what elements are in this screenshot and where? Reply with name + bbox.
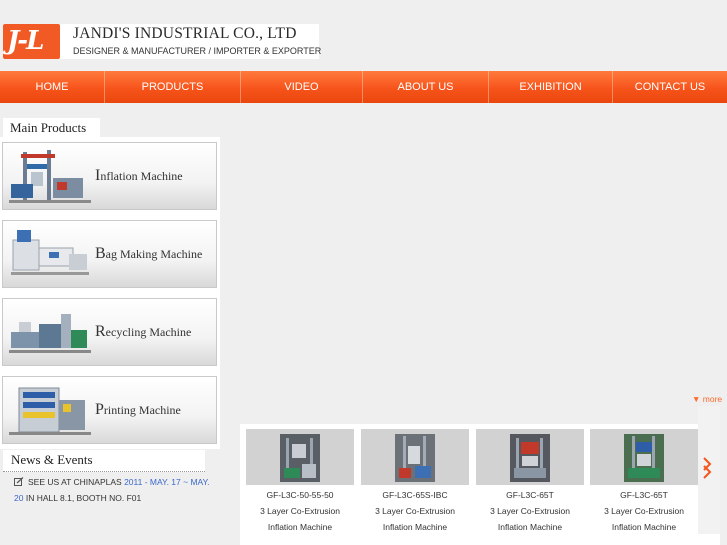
showcase-code: GF-L3C-65T — [506, 490, 554, 500]
showcase-next-button[interactable] — [698, 406, 720, 534]
nav-contact-us[interactable]: CONTACT US — [613, 71, 727, 103]
products-panel: Inflation Machine Bag Making Machine Rec… — [0, 137, 220, 449]
more-label: more — [702, 394, 723, 404]
news-text: SEE US AT CHINAPLAS — [28, 477, 125, 487]
showcase-item[interactable]: GF-L3C-65S-IBC 3 Layer Co-Extrusion Infl… — [361, 429, 469, 541]
double-chevron-right-icon — [703, 457, 712, 479]
recycling-machine-image — [9, 314, 91, 353]
nav-home[interactable]: HOME — [0, 71, 105, 103]
product-card-printing[interactable]: Printing Machine — [2, 376, 217, 444]
logo[interactable]: J-L JANDI'S INDUSTRIAL CO., LTD DESIGNER… — [3, 24, 322, 59]
nav-exhibition[interactable]: EXHIBITION — [489, 71, 613, 103]
product-card-inflation[interactable]: Inflation Machine — [2, 142, 217, 210]
product-showcase: GF-L3C-50-55-50 3 Layer Co-Extrusion Inf… — [240, 424, 720, 545]
bag-making-machine-image — [11, 230, 89, 275]
showcase-image — [246, 429, 354, 485]
showcase-image — [590, 429, 698, 485]
showcase-desc: Inflation Machine — [382, 522, 448, 532]
more-link[interactable]: ▼ more — [692, 394, 722, 404]
logo-mark-text: J-L — [7, 26, 44, 56]
showcase-code: GF-L3C-65S-IBC — [382, 490, 448, 500]
header: J-L JANDI'S INDUSTRIAL CO., LTD DESIGNER… — [0, 0, 727, 70]
showcase-item[interactable]: GF-L3C-65T 3 Layer Co-Extrusion Inflatio… — [590, 429, 698, 541]
printing-machine-image — [9, 387, 91, 435]
news-item[interactable]: SEE US AT CHINAPLAS 2011 - MAY. 17 ~ MAY… — [14, 474, 214, 506]
nav-products[interactable]: PRODUCTS — [105, 71, 241, 103]
product-card-bag-making[interactable]: Bag Making Machine — [2, 220, 217, 288]
showcase-code: GF-L3C-50-55-50 — [266, 490, 334, 500]
showcase-desc: Inflation Machine — [497, 522, 563, 532]
triangle-down-icon: ▼ — [692, 394, 701, 404]
showcase-image — [476, 429, 584, 485]
product-label: Recycling Machine — [95, 323, 192, 340]
nav-video[interactable]: VIDEO — [241, 71, 363, 103]
showcase-desc: Inflation Machine — [611, 522, 677, 532]
company-tagline: DESIGNER & MANUFACTURER / IMPORTER & EXP… — [73, 46, 322, 56]
nav-about-us[interactable]: ABOUT US — [363, 71, 489, 103]
product-label: Bag Making Machine — [95, 245, 203, 262]
news-heading: News & Events — [3, 450, 205, 472]
main-products-heading: Main Products — [3, 118, 100, 137]
showcase-desc: 3 Layer Co-Extrusion — [375, 506, 455, 516]
page: J-L JANDI'S INDUSTRIAL CO., LTD DESIGNER… — [0, 0, 727, 545]
product-label: Printing Machine — [95, 401, 181, 418]
edit-icon — [14, 477, 24, 486]
showcase-desc: Inflation Machine — [267, 522, 333, 532]
product-label: Inflation Machine — [95, 167, 183, 184]
logo-mark: J-L — [3, 24, 60, 59]
inflation-machine-image — [9, 150, 91, 203]
showcase-desc: 3 Layer Co-Extrusion — [490, 506, 570, 516]
product-card-recycling[interactable]: Recycling Machine — [2, 298, 217, 366]
news-location: IN HALL 8.1, BOOTH NO. F01 — [23, 493, 142, 503]
showcase-code: GF-L3C-65T — [620, 490, 668, 500]
main-nav: HOME PRODUCTS VIDEO ABOUT US EXHIBITION … — [0, 71, 727, 103]
company-name: JANDI'S INDUSTRIAL CO., LTD — [73, 25, 297, 42]
showcase-desc: 3 Layer Co-Extrusion — [604, 506, 684, 516]
showcase-item[interactable]: GF-L3C-50-55-50 3 Layer Co-Extrusion Inf… — [246, 429, 354, 541]
showcase-item[interactable]: GF-L3C-65T 3 Layer Co-Extrusion Inflatio… — [476, 429, 584, 541]
showcase-image — [361, 429, 469, 485]
showcase-desc: 3 Layer Co-Extrusion — [260, 506, 340, 516]
